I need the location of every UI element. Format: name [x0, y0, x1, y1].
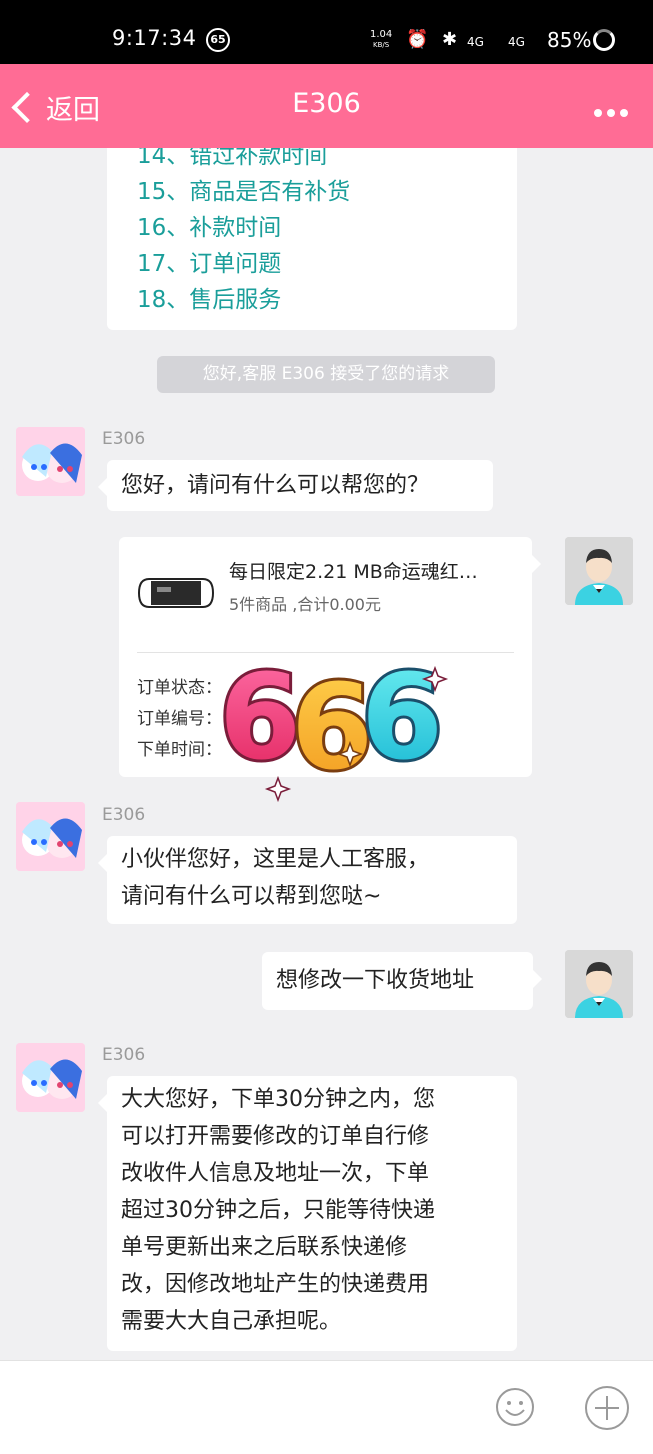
- faq-item[interactable]: 17、订单问题: [137, 244, 281, 278]
- product-name: 每日限定2.21 MB命运魂红…: [229, 561, 478, 583]
- user-avatar[interactable]: [565, 537, 633, 605]
- battery-percent: 85%: [547, 28, 592, 52]
- chat-header: 返回 E306: [0, 64, 653, 148]
- agent-avatar[interactable]: [16, 802, 85, 871]
- network-speed: 1.04 KB/S: [370, 30, 392, 50]
- sender-name: E306: [102, 805, 146, 825]
- message-line: 大大您好，下单30分钟之内，您: [121, 1087, 435, 1112]
- sticker-666-image: 6 6 6: [216, 645, 449, 803]
- faq-item[interactable]: 16、补款时间: [137, 208, 281, 242]
- user-message: 想修改一下收货地址: [262, 952, 542, 1010]
- faq-item[interactable]: 18、售后服务: [137, 280, 281, 314]
- message-line: 超过30分钟之后，只能等待快递: [121, 1198, 435, 1223]
- product-thumbnail: [137, 578, 215, 608]
- message-line: 改，因修改地址产生的快递费用: [121, 1272, 430, 1297]
- message-line: 需要大大自己承担呢。: [121, 1309, 342, 1334]
- agent-message: 小伙伴您好，这里是人工客服， 请问有什么可以帮到您哒~: [98, 836, 517, 924]
- sender-name: E306: [102, 1045, 146, 1065]
- alarm-icon: ⏰: [406, 29, 429, 50]
- signal-icon-1: 4G: [467, 35, 484, 49]
- faq-menu-card: 14、错过补款时间 15、商品是否有补货 16、补款时间 17、订单问题 18、…: [107, 148, 517, 330]
- status-time: 9:17:34: [112, 26, 197, 50]
- network-speed-unit: KB/S: [373, 41, 390, 49]
- signal-icon-2: 4G: [508, 35, 525, 49]
- plus-icon[interactable]: [583, 1384, 631, 1432]
- svg-text:6: 6: [361, 648, 443, 786]
- battery-icon: [593, 29, 615, 51]
- sender-name: E306: [102, 429, 146, 449]
- page-title: E306: [292, 88, 361, 119]
- message-line: 改收件人信息及地址一次，下单: [121, 1161, 430, 1186]
- agent-message: 大大您好，下单30分钟之内，您 可以打开需要修改的订单自行修 改收件人信息及地址…: [98, 1076, 517, 1351]
- svg-text:6: 6: [219, 648, 301, 786]
- agent-message: 您好，请问有什么可以帮您的？: [98, 460, 493, 511]
- chat-area[interactable]: 14、错过补款时间 15、商品是否有补货 16、补款时间 17、订单问题 18、…: [0, 148, 653, 1360]
- faq-item[interactable]: 15、商品是否有补货: [137, 172, 350, 206]
- more-menu-icon[interactable]: [594, 102, 633, 121]
- status-bar: 9:17:34 65 1.04 KB/S ⏰ ✱ 4G 4G 85%: [0, 0, 653, 64]
- faq-item[interactable]: 14、错过补款时间: [137, 148, 327, 170]
- message-line: 单号更新出来之后联系快递修: [121, 1235, 408, 1260]
- bluetooth-icon: ✱: [442, 29, 458, 50]
- smile-icon[interactable]: [494, 1386, 536, 1428]
- message-line: 可以打开需要修改的订单自行修: [121, 1124, 430, 1149]
- agent-avatar[interactable]: [16, 427, 85, 496]
- message-line: 请问有什么可以帮到您哒~: [121, 884, 382, 909]
- agent-avatar[interactable]: [16, 1043, 85, 1112]
- user-avatar[interactable]: [565, 950, 633, 1018]
- notification-badge: 65: [206, 28, 230, 52]
- order-summary: 5件商品 ,合计0.00元: [229, 595, 381, 614]
- input-bar[interactable]: [0, 1360, 653, 1454]
- system-notice: 您好,客服 E306 接受了您的请求: [157, 356, 495, 393]
- message-line: 小伙伴您好，这里是人工客服，: [121, 847, 430, 872]
- network-speed-value: 1.04: [370, 29, 393, 40]
